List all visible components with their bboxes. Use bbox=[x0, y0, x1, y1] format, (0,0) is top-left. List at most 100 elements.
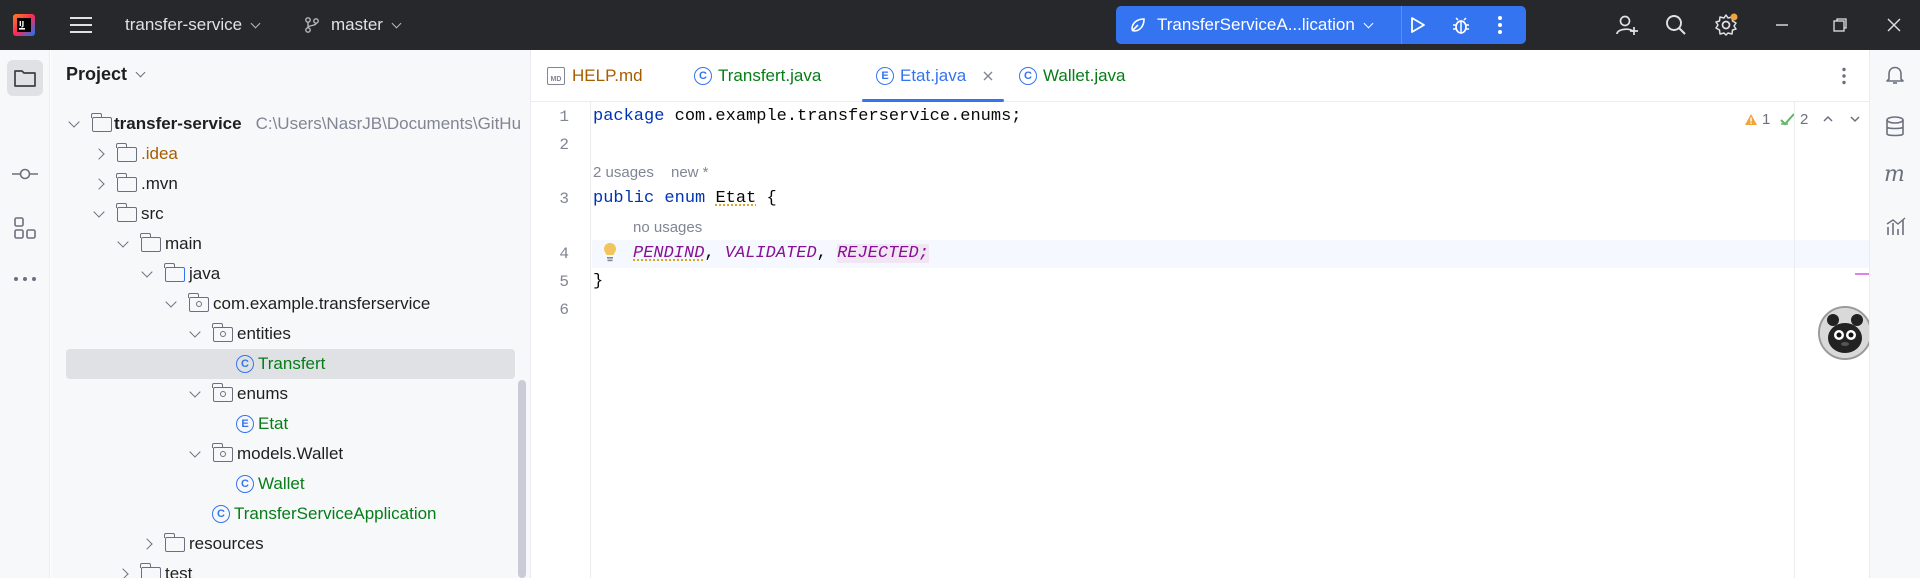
structure-tool-button[interactable] bbox=[13, 216, 37, 245]
add-user-button[interactable] bbox=[1615, 0, 1639, 50]
database-button[interactable] bbox=[1885, 115, 1905, 144]
package-icon bbox=[212, 382, 233, 402]
project-tool-button[interactable] bbox=[7, 60, 43, 96]
gear-icon bbox=[1715, 13, 1738, 36]
code-text: { bbox=[756, 189, 777, 208]
maven-icon: m bbox=[1884, 162, 1905, 187]
tree-item-label: test bbox=[165, 564, 193, 578]
package-icon bbox=[212, 322, 233, 342]
tree-item-models-wallet[interactable]: models.Wallet bbox=[189, 439, 344, 469]
code-line-4[interactable]: PENDIND, VALIDATED, REJECTED; bbox=[633, 244, 929, 263]
chevron-down-icon bbox=[141, 265, 153, 278]
tree-item-label: models.Wallet bbox=[237, 444, 344, 463]
author-hint[interactable]: new * bbox=[671, 164, 709, 181]
code-line-1[interactable]: package com.example.transferservice.enum… bbox=[593, 107, 1021, 126]
code-text: } bbox=[593, 272, 604, 291]
previous-highlight-button[interactable] bbox=[1822, 108, 1834, 130]
tree-item-test[interactable]: test bbox=[117, 559, 193, 578]
commit-tool-button[interactable] bbox=[12, 166, 38, 187]
branch-name: master bbox=[331, 15, 383, 34]
code-text: ; bbox=[918, 244, 929, 263]
usages-hint[interactable]: 2 usages bbox=[593, 164, 654, 181]
chevron-down-icon bbox=[135, 67, 146, 78]
tab-etat-java[interactable]: E Etat.java bbox=[876, 50, 994, 102]
run-config-name: TransferServiceA...lication bbox=[1157, 15, 1355, 34]
warnings-indicator[interactable]: 1 bbox=[1744, 108, 1770, 130]
avatar[interactable] bbox=[1818, 306, 1872, 360]
project-scrollbar[interactable] bbox=[518, 380, 526, 578]
tree-item-java[interactable]: java bbox=[141, 259, 220, 289]
run-button[interactable] bbox=[1406, 15, 1428, 40]
code-text: com.example.transferservice.enums; bbox=[664, 107, 1022, 126]
intellij-logo-icon[interactable]: IJ bbox=[12, 0, 36, 50]
code-line-3[interactable]: public enum Etat { bbox=[593, 189, 777, 208]
tree-item-package-root[interactable]: com.example.transferservice bbox=[165, 289, 431, 319]
settings-button[interactable] bbox=[1714, 0, 1738, 50]
restore-button[interactable] bbox=[1832, 0, 1848, 50]
code-line-5[interactable]: } bbox=[593, 272, 603, 291]
chevron-right-icon bbox=[93, 178, 105, 190]
tree-item-entities[interactable]: entities bbox=[189, 319, 291, 349]
line-number: 5 bbox=[559, 273, 569, 291]
tree-item-label: Transfert bbox=[258, 354, 326, 373]
tab-transfert-java[interactable]: C Transfert.java bbox=[694, 50, 821, 102]
tree-item-application[interactable]: C TransferServiceApplication bbox=[212, 499, 437, 529]
folder-icon bbox=[140, 232, 161, 252]
tree-item-label: main bbox=[165, 234, 202, 253]
tree-item-resources[interactable]: resources bbox=[141, 529, 264, 559]
line-number: 4 bbox=[559, 245, 569, 263]
more-tools-button[interactable] bbox=[13, 268, 37, 288]
no-usages-hint[interactable]: no usages bbox=[633, 219, 702, 236]
enum-name: Etat bbox=[715, 189, 757, 208]
tree-item-label: .idea bbox=[141, 144, 178, 163]
chevron-down-icon bbox=[250, 18, 261, 28]
more-actions-button[interactable] bbox=[1496, 15, 1504, 40]
main-menu-icon[interactable] bbox=[70, 0, 92, 50]
close-tab-icon[interactable] bbox=[982, 70, 994, 82]
tree-item-label: com.example.transferservice bbox=[213, 294, 431, 313]
tree-item-idea[interactable]: .idea bbox=[93, 139, 178, 169]
close-window-button[interactable] bbox=[1886, 0, 1902, 50]
tree-item-wallet[interactable]: C Wallet bbox=[236, 469, 305, 499]
search-button[interactable] bbox=[1665, 0, 1687, 50]
branch-selector[interactable]: master bbox=[303, 0, 402, 50]
profiler-button[interactable] bbox=[1885, 215, 1907, 242]
tab-help-md[interactable]: MD HELP.md bbox=[547, 50, 643, 102]
code-keyword: package bbox=[593, 107, 665, 126]
folder-icon bbox=[116, 172, 137, 192]
folder-icon bbox=[14, 70, 36, 87]
enum-constant: VALIDATED bbox=[724, 244, 817, 263]
project-selector[interactable]: transfer-service bbox=[125, 0, 261, 50]
right-margin-guide bbox=[1794, 102, 1795, 578]
tree-item-label: entities bbox=[237, 324, 291, 343]
chevron-right-icon bbox=[141, 538, 153, 550]
tree-item-src[interactable]: src bbox=[93, 199, 164, 229]
line-number: 1 bbox=[559, 108, 569, 126]
next-highlight-button[interactable] bbox=[1849, 108, 1861, 130]
error-stripe-mark[interactable] bbox=[1855, 273, 1869, 275]
chevron-down-icon bbox=[189, 385, 201, 398]
database-icon bbox=[1886, 116, 1904, 137]
tree-item-etat[interactable]: E Etat bbox=[236, 409, 288, 439]
md-file-icon: MD bbox=[547, 67, 565, 85]
debug-button[interactable] bbox=[1450, 15, 1472, 42]
tree-item-root[interactable]: transfer-service C:\Users\NasrJB\Documen… bbox=[68, 109, 521, 139]
tab-wallet-java[interactable]: C Wallet.java bbox=[1019, 50, 1126, 102]
notifications-button[interactable] bbox=[1884, 64, 1906, 91]
minimize-button[interactable] bbox=[1774, 0, 1790, 50]
tree-item-label: enums bbox=[237, 384, 289, 403]
tree-item-mvn[interactable]: .mvn bbox=[93, 169, 178, 199]
project-panel-header[interactable]: Project bbox=[66, 64, 146, 85]
tab-options-button[interactable] bbox=[1841, 50, 1847, 102]
maven-button[interactable]: m bbox=[1883, 162, 1909, 191]
play-icon bbox=[1411, 17, 1425, 33]
run-config-selector[interactable]: TransferServiceA...lication bbox=[1128, 6, 1374, 44]
tree-item-transfert[interactable]: C Transfert bbox=[236, 349, 325, 379]
code-keyword: public bbox=[593, 189, 655, 208]
tree-item-main[interactable]: main bbox=[117, 229, 202, 259]
warning-icon bbox=[1745, 113, 1757, 125]
project-panel-title: Project bbox=[66, 64, 128, 84]
tree-item-enums[interactable]: enums bbox=[189, 379, 289, 409]
editor-gutter bbox=[531, 102, 591, 578]
intention-bulb-button[interactable] bbox=[602, 241, 618, 268]
